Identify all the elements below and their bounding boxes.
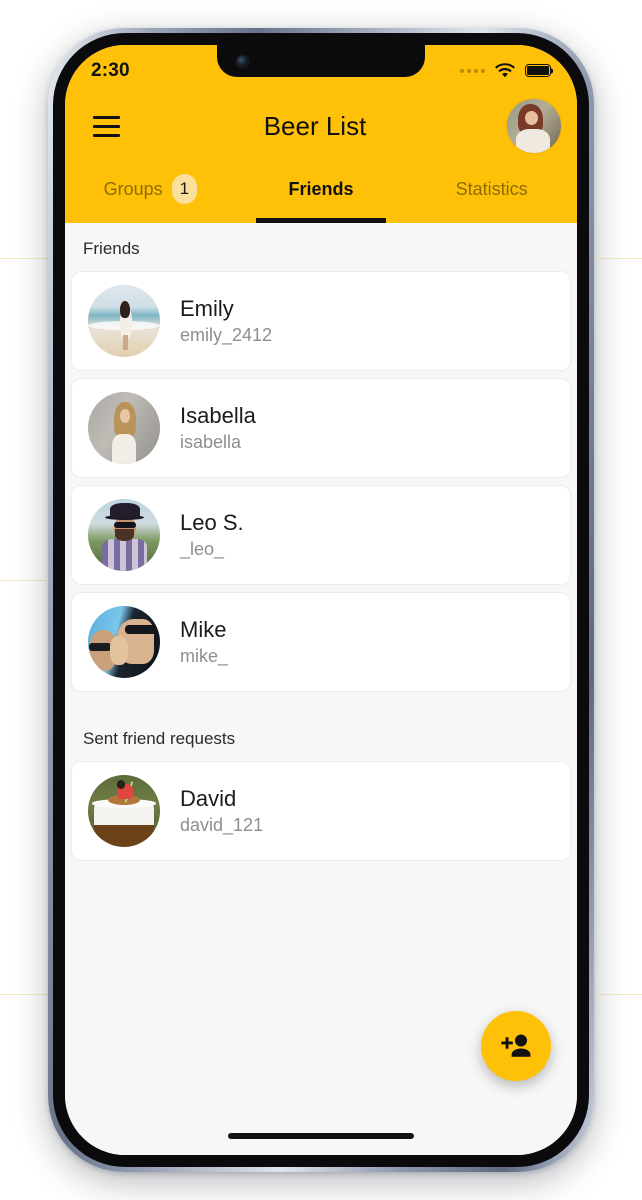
friend-name: Mike xyxy=(180,617,227,642)
list-item[interactable]: Leo S. _leo_ xyxy=(71,485,571,585)
tab-friends-label: Friends xyxy=(288,178,354,199)
wifi-icon xyxy=(495,62,515,77)
add-friend-button[interactable] xyxy=(481,1011,551,1081)
section-header-friends: Friends xyxy=(83,239,140,258)
guide-line-top xyxy=(0,258,52,259)
phone-frame: 2:30 Beer List Groups 1 Friends Statisti… xyxy=(48,28,594,1172)
tab-statistics[interactable]: Statistics xyxy=(406,161,577,223)
list-item[interactable]: Isabella isabella xyxy=(71,378,571,478)
tab-statistics-label: Statistics xyxy=(455,178,528,199)
friend-handle: mike_ xyxy=(180,646,229,666)
person-add-icon xyxy=(501,1034,531,1057)
tab-friends[interactable]: Friends xyxy=(236,161,407,223)
list-item[interactable]: David david_121 xyxy=(71,761,571,861)
signal-dots-icon xyxy=(460,68,485,73)
phone-screen: 2:30 Beer List Groups 1 Friends Statisti… xyxy=(65,45,577,1155)
app-bar: Beer List xyxy=(65,91,577,161)
guide-line-low xyxy=(0,994,50,995)
section-header-sent-requests: Sent friend requests xyxy=(83,729,236,748)
battery-full-icon xyxy=(525,64,551,77)
tab-bar: Groups 1 Friends Statistics xyxy=(65,161,577,223)
friend-handle: david_121 xyxy=(180,815,264,835)
avatar xyxy=(88,499,160,571)
status-bar-time: 2:30 xyxy=(91,59,130,81)
home-indicator xyxy=(228,1133,414,1139)
tab-groups[interactable]: Groups 1 xyxy=(65,161,236,223)
tab-active-indicator xyxy=(256,218,386,223)
guide-line-mid xyxy=(0,580,46,581)
guide-line-right-2 xyxy=(600,994,642,995)
friend-handle: _leo_ xyxy=(180,539,225,559)
user-avatar-image[interactable] xyxy=(507,99,561,153)
front-camera-icon xyxy=(237,56,248,67)
avatar xyxy=(88,775,160,847)
tab-groups-label: Groups xyxy=(103,178,163,199)
page-title: Beer List xyxy=(263,110,367,141)
friend-name: Leo S. xyxy=(180,510,244,535)
avatar xyxy=(88,392,160,464)
friend-handle: emily_2412 xyxy=(180,325,273,345)
friend-name: David xyxy=(180,786,237,811)
friend-name: Isabella xyxy=(180,403,256,428)
list-item[interactable]: Mike mike_ xyxy=(71,592,571,692)
guide-line-right xyxy=(598,258,642,259)
avatar xyxy=(88,606,160,678)
tab-groups-badge: 1 xyxy=(171,174,198,204)
list-item[interactable]: Emily emily_2412 xyxy=(71,271,571,371)
avatar xyxy=(88,285,160,357)
friend-name: Emily xyxy=(180,296,234,321)
status-bar-indicators xyxy=(460,62,551,79)
notch xyxy=(217,45,425,77)
friend-handle: isabella xyxy=(180,432,242,452)
